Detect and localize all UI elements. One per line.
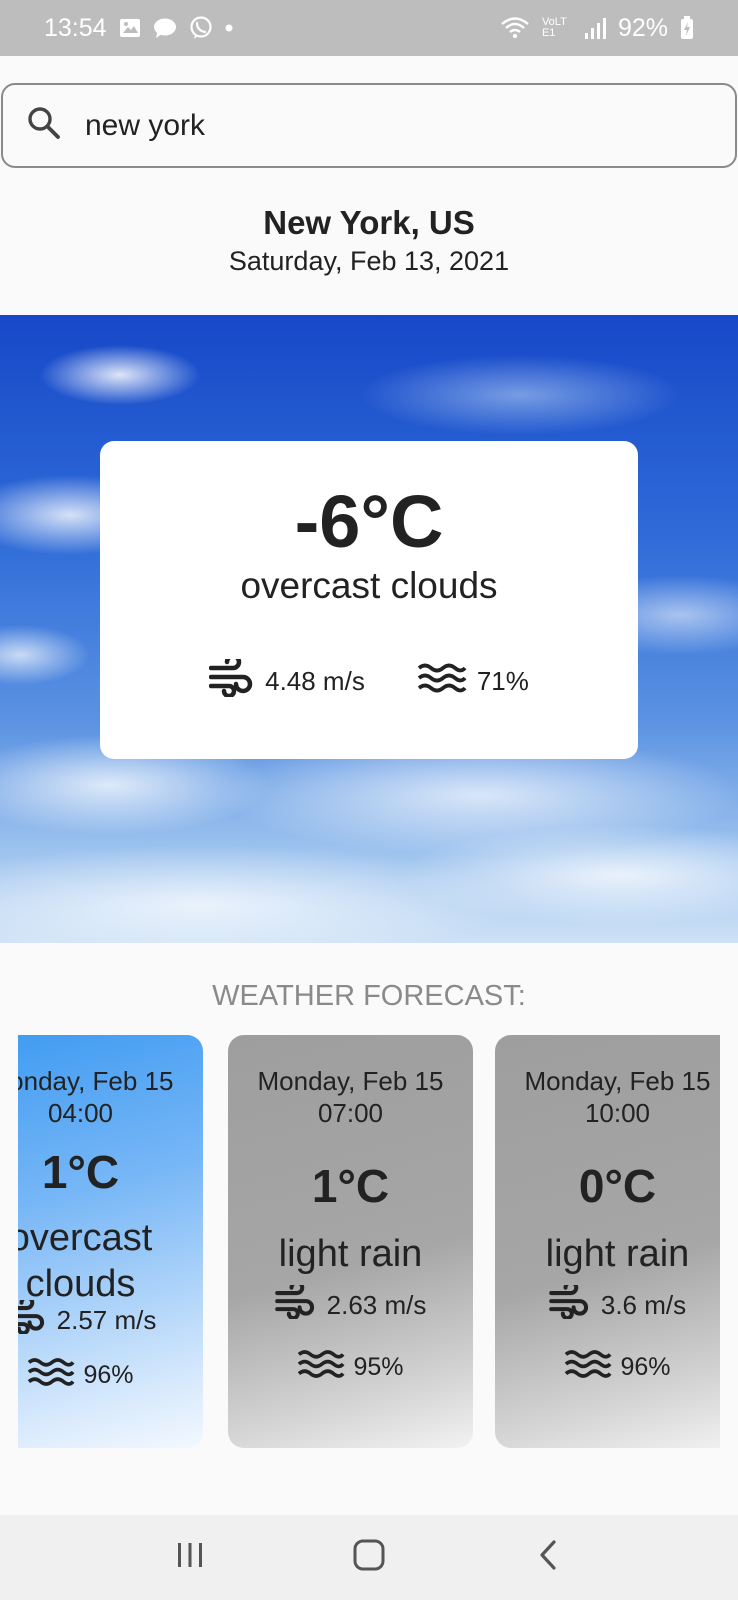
back-button[interactable]	[508, 1528, 588, 1588]
home-icon	[353, 1539, 385, 1576]
forecast-humidity: 95%	[228, 1348, 473, 1387]
home-button[interactable]	[329, 1528, 409, 1588]
wind-icon	[208, 653, 255, 704]
current-temperature: -6°C	[294, 480, 444, 563]
current-stats: 4.48 m/s 71%	[100, 653, 638, 704]
status-left: 13:54	[44, 14, 233, 43]
recent-apps-icon	[176, 1541, 204, 1574]
forecast-datetime: Monday, Feb 15 10:00	[495, 1065, 720, 1129]
wind-icon	[274, 1280, 317, 1326]
humidity-icon	[27, 1356, 75, 1395]
forecast-card[interactable]: Monday, Feb 15 10:00 0°C light rain 3.6 …	[495, 1035, 720, 1448]
forecast-title: WEATHER FORECAST:	[212, 980, 526, 1012]
forecast-time: 07:00	[317, 1098, 384, 1128]
current-wind: 4.48 m/s	[265, 666, 365, 696]
forecast-temperature: 0°C	[578, 1160, 657, 1212]
wifi-icon	[500, 16, 530, 40]
current-humidity: 71%	[476, 666, 529, 696]
forecast-wind-value: 2.57 m/s	[56, 1305, 157, 1335]
current-weather-card: -6°C overcast clouds 4.48 m/s 71%	[100, 441, 638, 759]
forecast-card[interactable]: Monday, Feb 15 07:00 1°C light rain 2.63…	[228, 1035, 473, 1448]
forecast-humidity-value: 96%	[620, 1353, 671, 1381]
city-name: New York, US	[263, 204, 475, 241]
gallery-icon	[119, 18, 141, 38]
forecast-card[interactable]: Monday, Feb 15 04:00 1°C overcast clouds…	[18, 1035, 203, 1448]
wind-stat: 4.48 m/s	[208, 653, 365, 704]
forecast-time: 04:00	[47, 1098, 114, 1128]
forecast-carousel[interactable]: Monday, Feb 15 04:00 1°C overcast clouds…	[18, 1035, 720, 1448]
forecast-temperature: 1°C	[41, 1146, 120, 1198]
humidity-stat: 71%	[417, 662, 529, 701]
forecast-temperature: 1°C	[311, 1160, 390, 1212]
forecast-day: Monday, Feb 15	[524, 1066, 711, 1096]
network-label: VoLTE1	[541, 16, 567, 39]
forecast-description: overcast clouds	[18, 1217, 153, 1305]
current-date: Saturday, Feb 13, 2021	[228, 246, 510, 276]
message-icon	[153, 17, 177, 39]
humidity-icon	[417, 662, 467, 701]
forecast-datetime: Monday, Feb 15 04:00	[18, 1065, 203, 1129]
forecast-wind-value: 2.63 m/s	[326, 1290, 427, 1320]
sky-background: -6°C overcast clouds 4.48 m/s 71%	[0, 315, 738, 943]
forecast-humidity: 96%	[18, 1356, 203, 1395]
wind-icon	[18, 1295, 47, 1341]
battery-percent: 92%	[617, 13, 668, 42]
status-right: VoLTE1 92%	[500, 14, 694, 43]
forecast-wind: 2.63 m/s	[228, 1280, 473, 1326]
forecast-humidity-value: 96%	[83, 1361, 134, 1389]
forecast-wind-value: 3.6 m/s	[600, 1290, 687, 1320]
forecast-description: light rain	[545, 1233, 690, 1275]
wind-icon	[549, 1280, 591, 1326]
forecast-day: Monday, Feb 15	[257, 1066, 444, 1096]
viber-icon	[189, 16, 213, 40]
recent-apps-button[interactable]	[150, 1528, 230, 1588]
forecast-wind: 2.57 m/s	[18, 1295, 203, 1341]
dot-icon	[225, 24, 233, 32]
battery-charging-icon	[680, 16, 694, 40]
forecast-description: light rain	[278, 1233, 423, 1275]
forecast-wind: 3.6 m/s	[495, 1280, 720, 1326]
forecast-humidity: 96%	[495, 1348, 720, 1387]
search-input[interactable]	[85, 108, 645, 143]
status-bar: 13:54 VoLTE1 92%	[0, 0, 738, 56]
humidity-icon	[564, 1348, 612, 1387]
back-icon	[538, 1539, 558, 1576]
signal-icon	[584, 17, 606, 39]
forecast-datetime: Monday, Feb 15 07:00	[228, 1065, 473, 1129]
search-icon[interactable]	[27, 106, 61, 145]
humidity-icon	[297, 1348, 345, 1387]
forecast-time: 10:00	[584, 1098, 651, 1128]
navigation-bar	[0, 1515, 738, 1600]
search-bar[interactable]	[1, 83, 737, 168]
current-description: overcast clouds	[240, 565, 498, 606]
forecast-day: Monday, Feb 15	[18, 1066, 174, 1096]
forecast-humidity-value: 95%	[353, 1353, 404, 1381]
status-time: 13:54	[44, 13, 107, 42]
